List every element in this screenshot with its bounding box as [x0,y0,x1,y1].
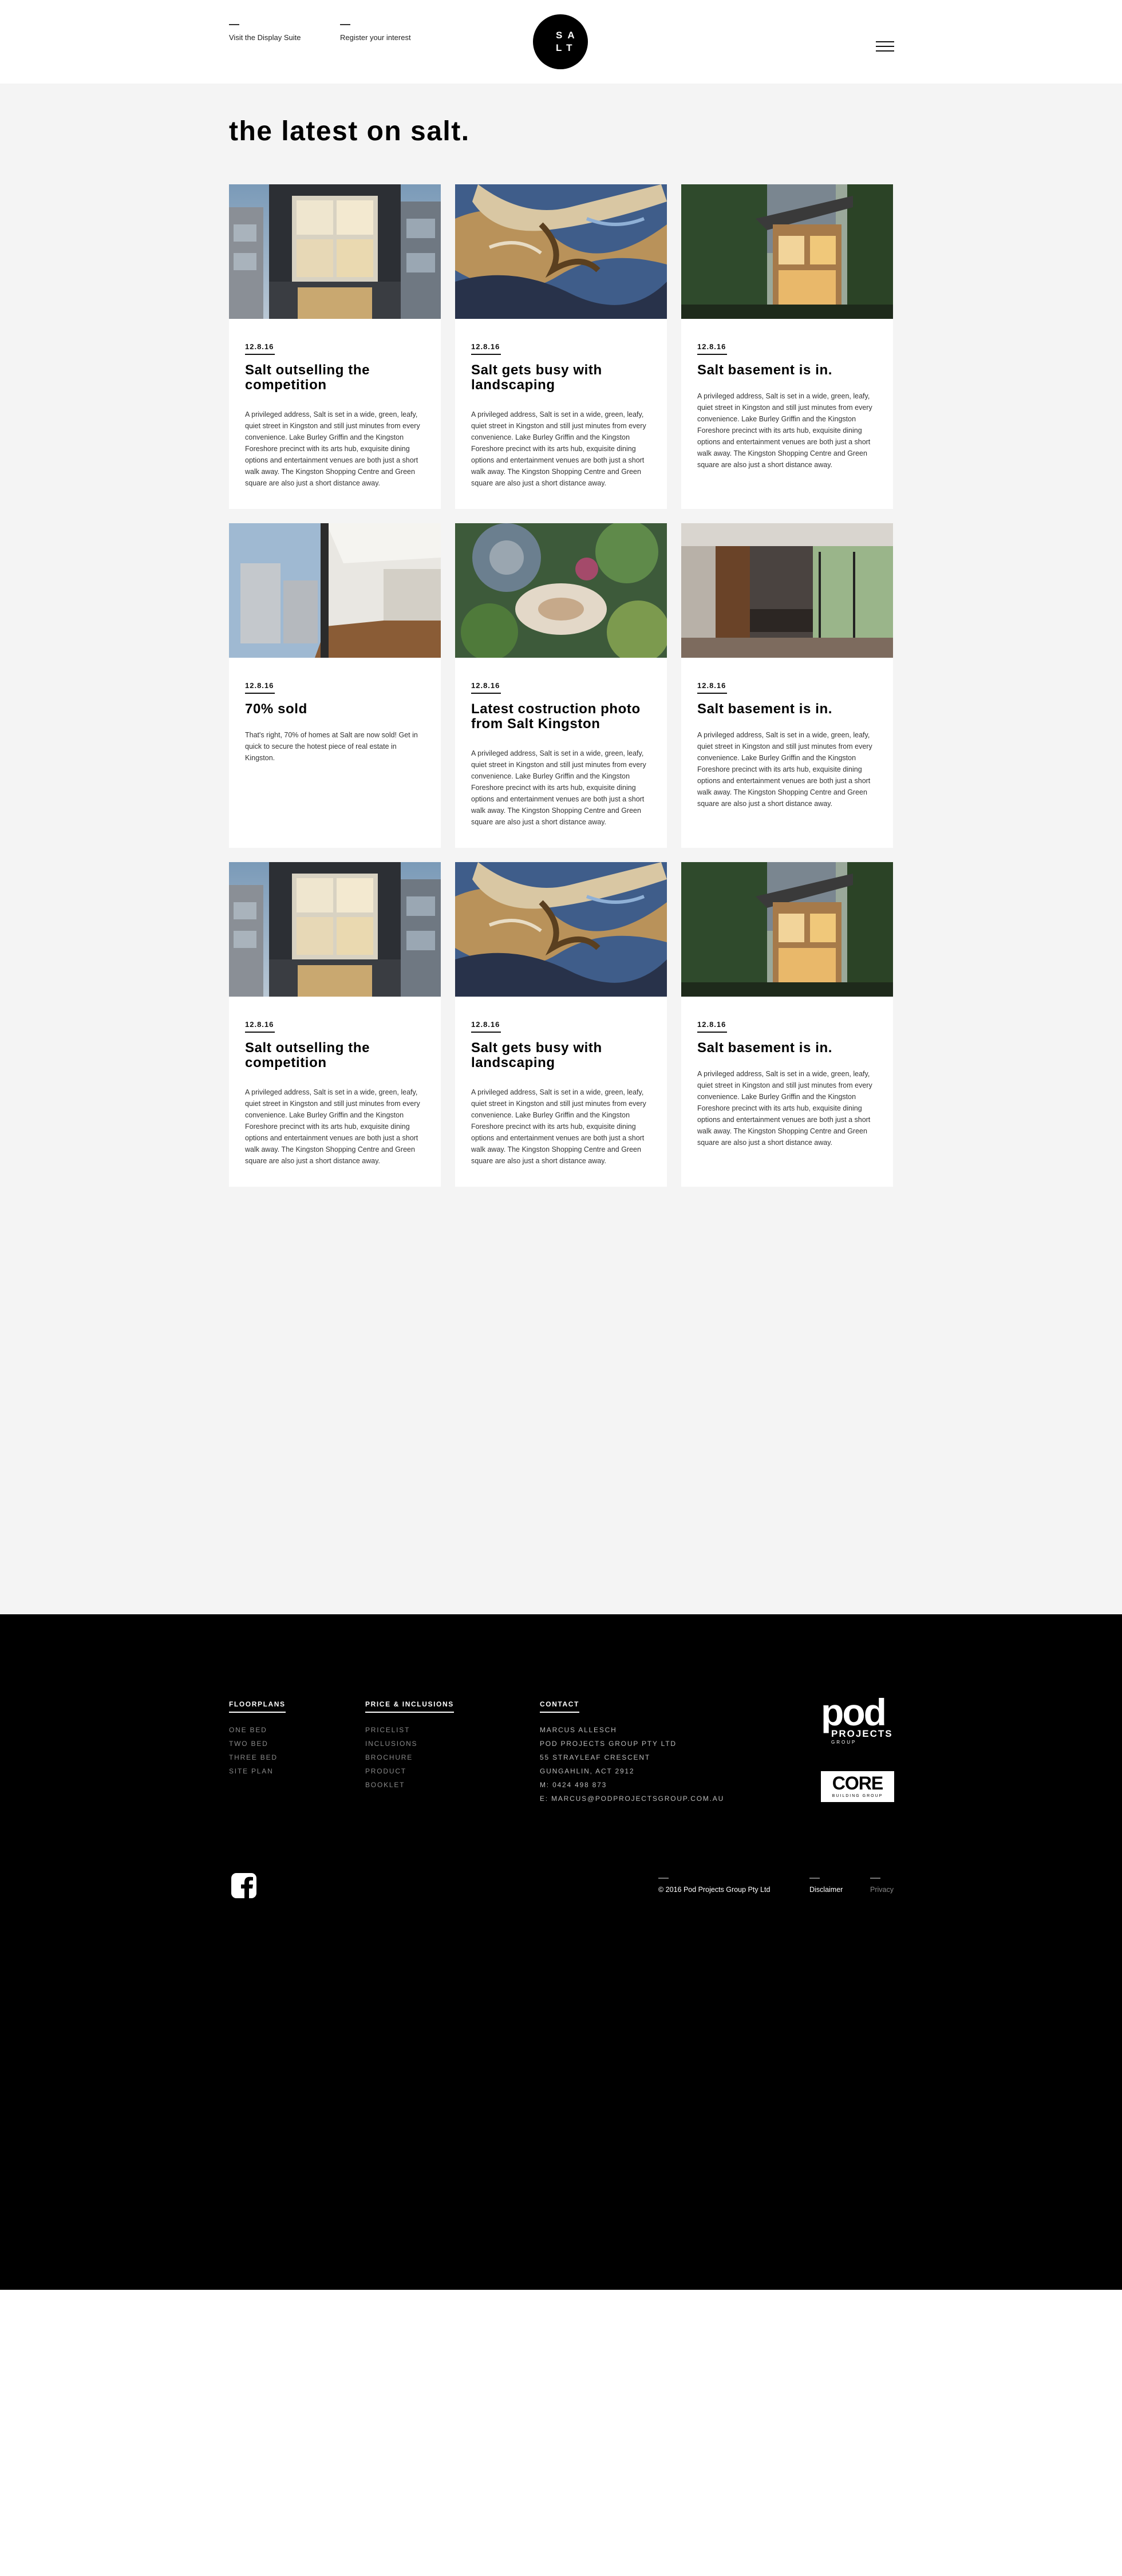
visit-display-suite-link[interactable]: Visit the Display Suite [229,24,301,42]
post-title[interactable]: Salt gets busy with landscaping [471,1041,654,1070]
post-title[interactable]: Salt basement is in. [697,702,880,717]
post-date: 12.8.16 [697,1020,728,1033]
pod-logo-word: pod [821,1693,885,1733]
post-excerpt: That's right, 70% of homes at Salt are n… [245,731,418,762]
news-card[interactable]: 12.8.16 Salt basement is in. A privilege… [681,523,893,848]
price-inclusions-heading: PRICE & INCLUSIONS [365,1700,454,1713]
news-card[interactable]: 12.8.16 Salt basement is in. A privilege… [681,862,893,1187]
post-date: 12.8.16 [245,342,275,355]
post-title[interactable]: Salt basement is in. [697,363,880,378]
news-card[interactable]: 12.8.16 Salt basement is in. A privilege… [681,184,893,509]
post-excerpt: A privileged address, Salt is set in a w… [245,410,420,487]
news-card[interactable]: 12.8.16 Latest costruction photo from Sa… [455,523,667,848]
living-room-photo [681,523,893,658]
news-card[interactable]: 12.8.16 Salt outselling the competition … [229,184,441,509]
contact-name: MARCUS ALLESCH [540,1726,617,1734]
pod-logo-group: GROUP [831,1740,856,1745]
post-title[interactable]: 70% sold [245,702,428,717]
floorplan-link-site-plan[interactable]: SITE PLAN [229,1764,278,1778]
post-title[interactable]: Salt outselling the competition [245,363,428,393]
logo-line-2: LT [556,42,578,53]
logo-line-1: SA [556,30,580,41]
pod-projects-logo[interactable]: pod PROJECTS GROUP [821,1691,895,1746]
post-excerpt: A privileged address, Salt is set in a w… [697,392,872,469]
disclaimer-link[interactable]: Disclaimer [809,1878,843,1894]
news-card[interactable]: 12.8.16 70% sold That's right, 70% of ho… [229,523,441,848]
contact-heading: CONTACT [540,1700,579,1713]
pod-logo-projects: PROJECTS [831,1728,893,1739]
post-excerpt: A privileged address, Salt is set in a w… [471,749,646,826]
contact-suburb: GUNGAHLIN, ACT 2912 [540,1767,635,1775]
facebook-icon[interactable] [230,1872,258,1899]
booklet-link[interactable]: BOOKLET [365,1778,417,1792]
privacy-link[interactable]: Privacy [870,1878,894,1894]
hamburger-menu-icon[interactable] [876,41,894,53]
post-date: 12.8.16 [697,342,728,355]
contact-email[interactable]: E: MARCUS@PODPROJECTSGROUP.COM.AU [540,1792,724,1805]
modern-house-photo [681,184,893,319]
apartment-interior-photo [229,523,441,658]
post-title[interactable]: Salt gets busy with landscaping [471,363,654,393]
salt-logo[interactable]: SA LT [533,14,588,69]
post-date: 12.8.16 [697,681,728,694]
core-logo-word: CORE [832,1773,883,1793]
floorplans-list: ONE BED TWO BED THREE BED SITE PLAN [229,1723,278,1778]
price-inclusions-list: PRICELIST INCLUSIONS BROCHURE PRODUCT BO… [365,1723,417,1792]
post-title[interactable]: Salt outselling the competition [245,1041,428,1070]
inclusions-link[interactable]: INCLUSIONS [365,1737,417,1751]
news-card[interactable]: 12.8.16 Salt outselling the competition … [229,862,441,1187]
floorplans-heading: FLOORPLANS [229,1700,286,1713]
floorplan-link-two-bed[interactable]: TWO BED [229,1737,278,1751]
contact-details: MARCUS ALLESCH POD PROJECTS GROUP PTY LT… [540,1723,724,1805]
post-excerpt: A privileged address, Salt is set in a w… [471,1088,646,1165]
landscaping-texture-photo [455,862,667,997]
floorplan-link-one-bed[interactable]: ONE BED [229,1723,278,1737]
post-title[interactable]: Latest costruction photo from Salt Kings… [471,702,654,732]
contact-mobile[interactable]: M: 0424 498 873 [540,1778,724,1792]
floorplan-link-three-bed[interactable]: THREE BED [229,1751,278,1764]
landscaping-texture-photo [455,184,667,319]
post-excerpt: A privileged address, Salt is set in a w… [697,731,872,808]
pricelist-link[interactable]: PRICELIST [365,1723,417,1737]
building-facade-photo [229,184,441,319]
post-date: 12.8.16 [245,681,275,694]
site-footer: FLOORPLANS ONE BED TWO BED THREE BED SIT… [0,1614,1122,2290]
core-building-group-logo[interactable]: CORE BUILDING GROUP [821,1771,894,1802]
news-card[interactable]: 12.8.16 Salt gets busy with landscaping … [455,862,667,1187]
news-section: the latest on salt. 12.8.16 Salt outsell… [0,84,1122,1614]
building-facade-photo [229,862,441,997]
post-excerpt: A privileged address, Salt is set in a w… [697,1070,872,1147]
register-interest-link[interactable]: Register your interest [340,24,411,42]
post-excerpt: A privileged address, Salt is set in a w… [245,1088,420,1165]
post-date: 12.8.16 [471,1020,501,1033]
page-title: the latest on salt. [229,116,470,147]
contact-street: 55 STRAYLEAF CRESCENT [540,1753,650,1761]
news-card[interactable]: 12.8.16 Salt gets busy with landscaping … [455,184,667,509]
copyright-text: © 2016 Pod Projects Group Pty Ltd [658,1878,771,1894]
post-date: 12.8.16 [471,681,501,694]
post-date: 12.8.16 [471,342,501,355]
modern-house-photo [681,862,893,997]
site-header: Visit the Display Suite Register your in… [0,0,1122,84]
post-title[interactable]: Salt basement is in. [697,1041,880,1056]
product-link[interactable]: PRODUCT [365,1764,417,1778]
contact-company: POD PROJECTS GROUP PTY LTD [540,1740,677,1748]
brochure-link[interactable]: BROCHURE [365,1751,417,1764]
post-date: 12.8.16 [245,1020,275,1033]
post-excerpt: A privileged address, Salt is set in a w… [471,410,646,487]
core-logo-tag: BUILDING GROUP [832,1794,883,1798]
succulent-garden-photo [455,523,667,658]
